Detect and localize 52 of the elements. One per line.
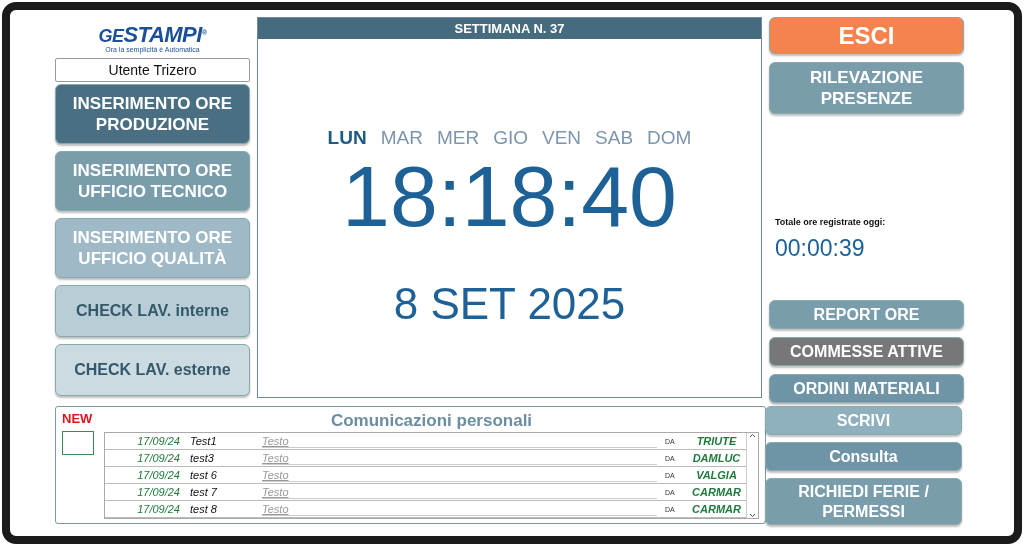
author-cell-text: CARMAR xyxy=(691,486,742,498)
weekday: MAR xyxy=(380,127,423,149)
menu-button[interactable]: REPORT ORE xyxy=(769,300,964,329)
menu-button[interactable]: Consulta xyxy=(765,442,962,471)
menu-button[interactable]: ORDINI MATERIALI xyxy=(769,374,964,403)
text-cell: Testo xyxy=(262,434,657,448)
exit-button[interactable]: ESCI xyxy=(769,17,964,54)
week-title: SETTIMANA N. 37 xyxy=(258,18,761,39)
menu-button[interactable]: INSERIMENTO ORE PRODUZIONE xyxy=(55,84,250,144)
menu-button[interactable]: SCRIVI xyxy=(765,406,962,435)
user-field[interactable]: Utente Trizero xyxy=(55,58,250,82)
new-label: NEW xyxy=(62,411,94,426)
subject-cell-text: Test1 xyxy=(189,435,218,447)
weekday: DOM xyxy=(647,127,692,149)
total-label: Totale ore registrate oggi: xyxy=(775,217,887,227)
subject-cell-text: test3 xyxy=(189,452,215,464)
author-cell-text: VALGIA xyxy=(695,469,738,481)
weekday: MER xyxy=(436,127,480,149)
menu-button[interactable]: CHECK LAV. esterne xyxy=(55,344,250,396)
weekday: SAB xyxy=(595,127,634,149)
weekday: GIO xyxy=(493,127,528,149)
subject-cell-text: test 7 xyxy=(189,486,218,498)
author-cell-text: TRIUTE xyxy=(695,435,738,447)
subject-cell-text: test 8 xyxy=(189,503,218,515)
text-cell: Testo xyxy=(262,502,657,516)
subject-cell-text: test 6 xyxy=(189,469,218,481)
menu-button[interactable]: CHECK LAV. interne xyxy=(55,285,250,337)
text-cell: Testo xyxy=(262,468,657,482)
new-checkbox[interactable] xyxy=(62,431,94,455)
menu-button[interactable]: INSERIMENTO ORE UFFICIO QUALITÀ xyxy=(55,218,250,278)
messages-title: Comunicazioni personali xyxy=(329,411,534,432)
menu-button[interactable]: RICHIEDI FERIE / PERMESSI xyxy=(765,478,962,525)
text-cell: Testo xyxy=(262,451,657,465)
weekday: VEN xyxy=(541,127,582,149)
author-cell-text: DAMLUC xyxy=(691,452,742,464)
date: 8 SET 2025 xyxy=(393,279,626,329)
author-cell-text: CARMAR xyxy=(691,503,742,515)
menu-button[interactable]: INSERIMENTO ORE UFFICIO TECNICO xyxy=(55,151,250,211)
attendance-button[interactable]: RILEVAZIONE PRESENZE xyxy=(769,62,964,114)
menu-button[interactable]: COMMESSE ATTIVE xyxy=(769,337,964,366)
clock-time: 18:18:40 xyxy=(342,153,677,239)
scroll-up-icon[interactable] xyxy=(749,433,756,438)
weekday: LUN xyxy=(327,127,367,149)
total-time: 00:00:39 xyxy=(775,235,866,262)
scrollbar[interactable] xyxy=(746,433,758,518)
text-cell: Testo xyxy=(262,485,657,499)
date-cell-text: 17/09/24 xyxy=(136,503,180,515)
date-cell-text: 17/09/24 xyxy=(136,486,180,498)
date-cell-text: 17/09/24 xyxy=(136,469,180,481)
date-cell-text: 17/09/24 xyxy=(136,435,180,447)
scroll-down-icon[interactable] xyxy=(749,513,756,518)
date-cell-text: 17/09/24 xyxy=(136,452,180,464)
